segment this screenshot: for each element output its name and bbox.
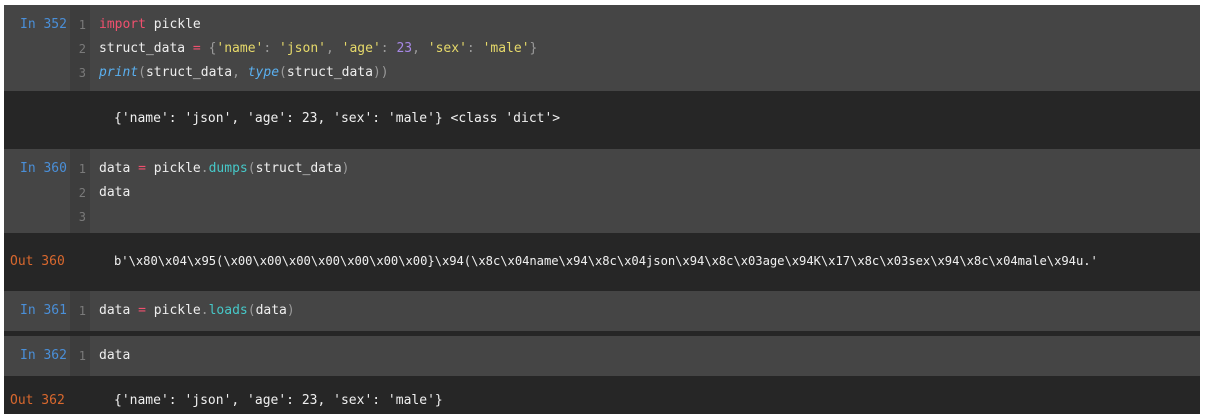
code-cell-362-output: Out 362 {'name': 'json', 'age': 23, 'sex… xyxy=(4,376,1200,414)
line-number: 1 xyxy=(78,162,86,176)
output-text: {'name': 'json', 'age': 23, 'sex': 'male… xyxy=(114,111,561,126)
code-cell-361-input[interactable]: In 361 1 data = pickle.loads(data) xyxy=(4,291,1200,331)
line-number: 3 xyxy=(78,66,86,80)
code-cell-360-input[interactable]: In 360 1 2 3 data = pickle.dumps(struct_… xyxy=(4,149,1200,233)
code-line[interactable]: data xyxy=(99,185,130,200)
code-line[interactable]: data xyxy=(99,348,130,363)
line-number: 1 xyxy=(78,18,86,32)
output-text: {'name': 'json', 'age': 23, 'sex': 'male… xyxy=(114,393,443,408)
code-line[interactable]: import pickle xyxy=(99,17,201,32)
line-number: 1 xyxy=(78,349,86,363)
output-prompt: Out 360 xyxy=(10,254,65,269)
code-cell-362-input[interactable]: In 362 1 data xyxy=(4,336,1200,376)
code-line[interactable]: struct_data = {'name': 'json', 'age': 23… xyxy=(99,41,537,56)
line-number: 1 xyxy=(78,304,86,318)
keyword-import: import xyxy=(99,17,146,32)
line-number: 2 xyxy=(78,42,86,56)
code-line[interactable]: data = pickle.loads(data) xyxy=(99,303,295,318)
notebook: In 352 1 2 3 import pickle struct_data =… xyxy=(4,5,1200,414)
code-cell-352-input[interactable]: In 352 1 2 3 import pickle struct_data =… xyxy=(4,5,1200,91)
code-line[interactable]: print(struct_data, type(struct_data)) xyxy=(99,65,389,80)
code-cell-352-output: {'name': 'json', 'age': 23, 'sex': 'male… xyxy=(4,91,1200,149)
output-prompt: Out 362 xyxy=(10,393,65,408)
line-number: 2 xyxy=(78,186,86,200)
line-number: 3 xyxy=(78,210,86,224)
output-text: b'\x80\x04\x95(\x00\x00\x00\x00\x00\x00\… xyxy=(114,254,1098,268)
code-cell-360-output: Out 360 b'\x80\x04\x95(\x00\x00\x00\x00\… xyxy=(4,233,1200,291)
code-line[interactable]: data = pickle.dumps(struct_data) xyxy=(99,161,349,176)
